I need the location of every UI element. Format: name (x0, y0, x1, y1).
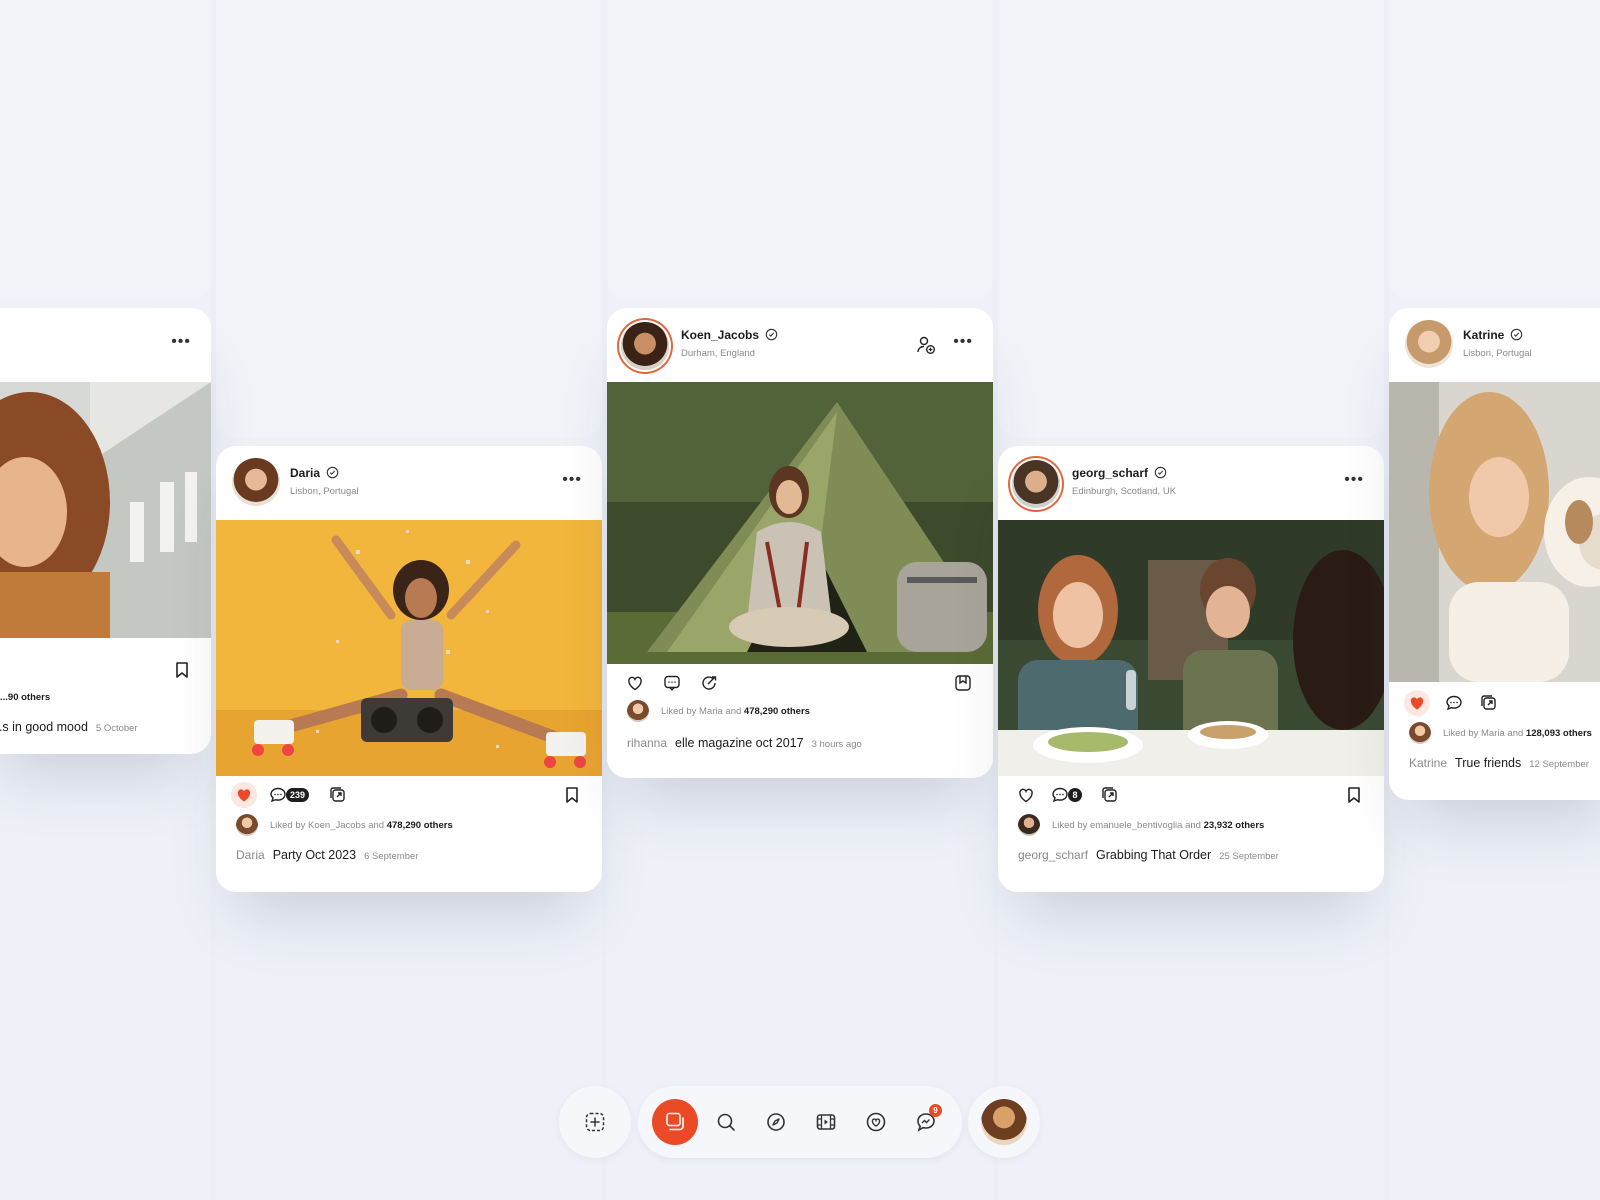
post-card: Koen_Jacobs Durham, England ••• Liked by… (607, 308, 993, 778)
profile-avatar[interactable] (981, 1099, 1027, 1145)
post-actions: 8 (998, 784, 1384, 814)
comment-icon[interactable] (1050, 785, 1070, 805)
repost-icon[interactable] (699, 673, 719, 693)
previous-card-stub (0, 0, 211, 300)
add-icon[interactable] (583, 1110, 607, 1134)
post-date: 12 September (1529, 759, 1589, 770)
avatar[interactable] (621, 322, 669, 370)
location: Edinburgh, Scotland, UK (1072, 486, 1177, 497)
caption: ...s in good mood 5 October (0, 718, 138, 736)
username[interactable]: Katrine (1463, 328, 1523, 342)
likes-summary: ...90 others (0, 692, 51, 703)
liker-avatar[interactable] (236, 814, 258, 836)
caption-text: Grabbing That Order (1096, 848, 1212, 862)
post-card: georg_scharf Edinburgh, Scotland, UK •••… (998, 446, 1384, 892)
post-header: Koen_Jacobs Durham, England ••• (607, 308, 993, 382)
likes-summary: Liked by Koen_Jacobs and 478,290 others (270, 820, 453, 831)
share-icon[interactable] (328, 785, 348, 805)
avatar[interactable] (1012, 460, 1060, 508)
bookmark-icon[interactable] (172, 660, 192, 680)
likes-summary: Liked by Maria and 128,093 others (1443, 728, 1592, 739)
previous-card-stub (998, 0, 1384, 438)
post-photo (216, 520, 602, 776)
more-icon[interactable]: ••• (562, 472, 582, 488)
post-card: Katrine Lisbon, Portugal Liked by Maria … (1389, 308, 1600, 800)
caption-text: Party Oct 2023 (272, 848, 357, 862)
caption: rihanna elle magazine oct 2017 3 hours ago (627, 734, 862, 752)
messages-badge: 9 (929, 1104, 942, 1117)
reels-icon[interactable] (814, 1110, 838, 1134)
post-card: ••• ...90 others ...s in good mood 5 Octo… (0, 308, 211, 754)
post-header: georg_scharf Edinburgh, Scotland, UK ••• (998, 446, 1384, 520)
comment-icon[interactable] (268, 785, 288, 805)
post-actions (607, 672, 993, 702)
caption: georg_scharf Grabbing That Order 25 Septem… (1018, 846, 1279, 864)
avatar[interactable] (1405, 320, 1453, 368)
heart-icon[interactable] (1016, 785, 1036, 805)
post-header: Katrine Lisbon, Portugal (1389, 308, 1600, 382)
post-date: 5 October (95, 723, 138, 734)
more-icon[interactable]: ••• (1344, 472, 1364, 488)
likes-summary: Liked by emanuele_bentivoglia and 23,932… (1052, 820, 1265, 831)
caption: Daria Party Oct 2023 6 September (236, 846, 418, 864)
verified-icon (326, 466, 339, 479)
post-photo (607, 382, 993, 664)
username[interactable]: Daria (290, 466, 339, 480)
post-date: 25 September (1219, 851, 1279, 862)
verified-icon (765, 328, 778, 341)
caption-text: elle magazine oct 2017 (675, 736, 804, 750)
location: Durham, England (681, 348, 755, 359)
follow-icon[interactable] (915, 334, 937, 356)
previous-card-stub (607, 0, 993, 300)
post-actions (1389, 690, 1600, 722)
comment-icon[interactable] (1444, 693, 1464, 713)
liker-avatar[interactable] (1018, 814, 1040, 836)
liker-avatar[interactable] (627, 700, 649, 722)
username[interactable]: Koen_Jacobs (681, 328, 778, 342)
verified-icon (1511, 328, 1523, 341)
previous-card-stub (1389, 0, 1600, 300)
caption: Katrine True friends 12 September (1409, 754, 1589, 772)
more-icon[interactable]: ••• (171, 334, 191, 350)
comment-icon[interactable] (662, 673, 682, 693)
caption-username[interactable]: Daria (236, 848, 265, 862)
liker-avatar[interactable] (1409, 722, 1431, 744)
search-icon[interactable] (714, 1110, 738, 1134)
post-photo (1389, 382, 1600, 682)
more-icon[interactable]: ••• (953, 334, 973, 350)
caption-text: ...s in good mood (0, 720, 88, 734)
heart-icon[interactable] (625, 673, 645, 693)
save-icon[interactable] (953, 673, 973, 693)
bookmark-icon[interactable] (562, 785, 582, 805)
post-date: 3 hours ago (811, 739, 862, 750)
heart-icon[interactable] (1407, 693, 1427, 713)
location: Lisbon, Portugal (1463, 348, 1532, 359)
heart-icon[interactable] (234, 785, 254, 805)
post-photo (0, 382, 211, 638)
post-actions: 239 (216, 782, 602, 814)
share-icon[interactable] (1479, 693, 1499, 713)
caption-text: True friends (1455, 756, 1522, 770)
explore-icon[interactable] (764, 1110, 788, 1134)
location: Lisbon, Portugal (290, 486, 359, 497)
comment-count-badge: 8 (1068, 788, 1082, 802)
post-card: Daria Lisbon, Portugal ••• 239 Liked by … (216, 446, 602, 892)
share-icon[interactable] (1100, 785, 1120, 805)
bookmark-icon[interactable] (1344, 785, 1364, 805)
comment-count-badge: 239 (286, 788, 310, 802)
caption-username[interactable]: rihanna (627, 736, 667, 750)
feed-icon[interactable] (663, 1110, 687, 1134)
avatar[interactable] (232, 458, 280, 506)
verified-icon (1154, 466, 1167, 479)
post-photo (998, 520, 1384, 776)
likes-icon[interactable] (864, 1110, 888, 1134)
username[interactable]: georg_scharf (1072, 466, 1167, 480)
post-date: 6 September (364, 851, 419, 862)
previous-card-stub (216, 0, 602, 438)
likes-summary: Liked by Maria and 478,290 others (661, 706, 810, 717)
caption-username[interactable]: georg_scharf (1018, 848, 1088, 862)
caption-username[interactable]: Katrine (1409, 756, 1447, 770)
post-header: Daria Lisbon, Portugal ••• (216, 446, 602, 520)
